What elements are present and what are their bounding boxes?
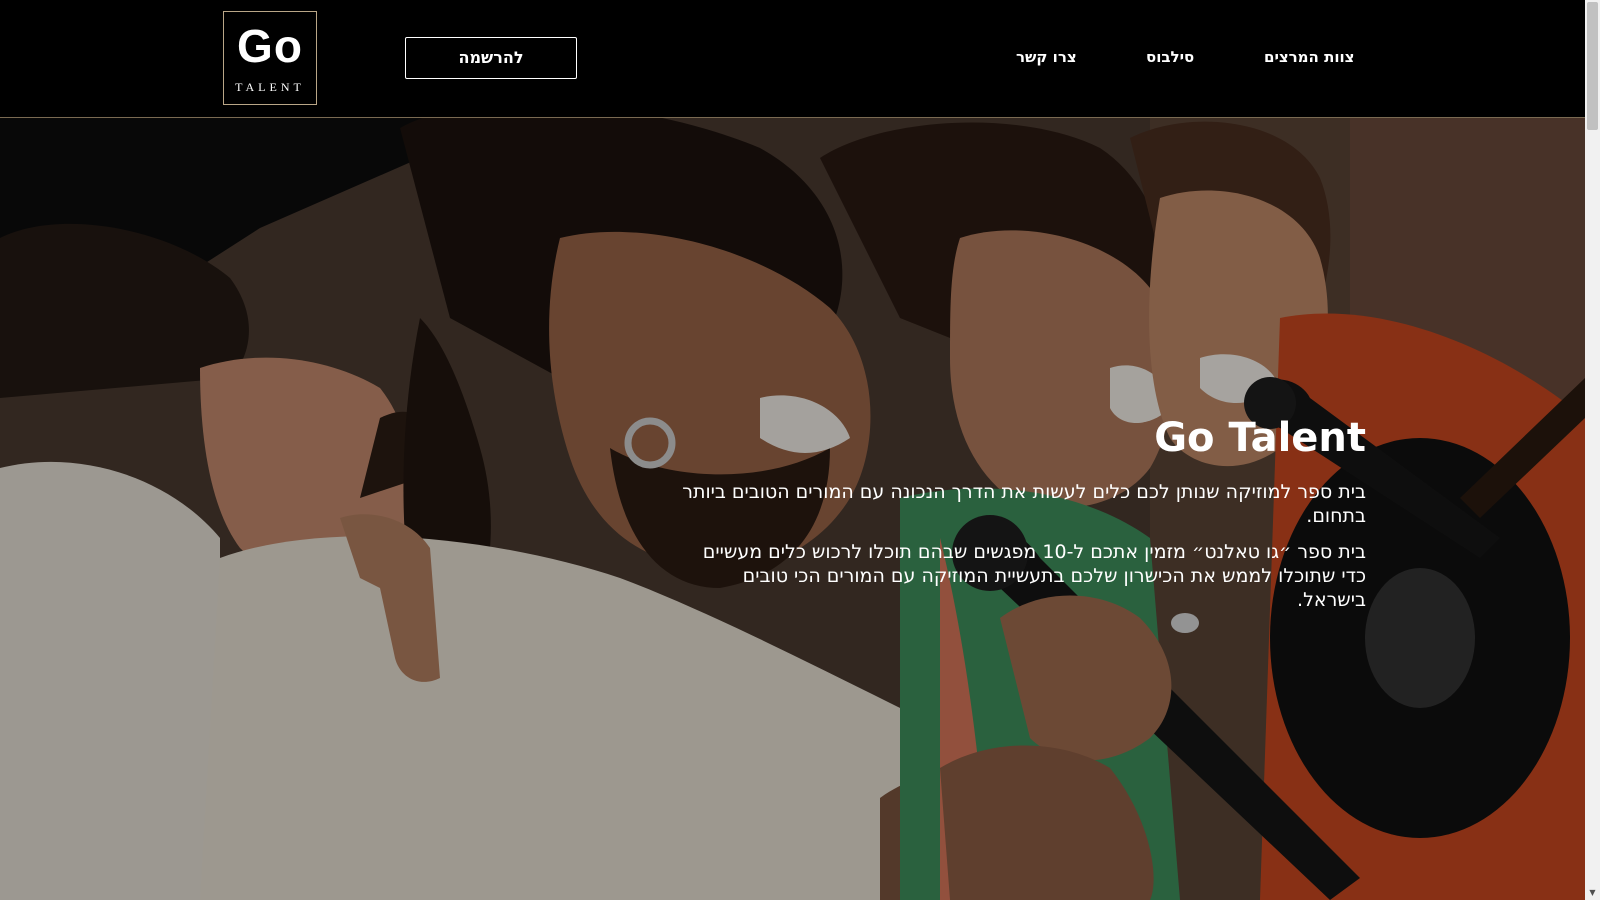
nav-item-team[interactable]: צוות המרצים: [1264, 46, 1354, 68]
nav-item-contact[interactable]: צרו קשר: [1016, 46, 1077, 68]
page-scrollbar[interactable]: ▲ ▼: [1585, 0, 1600, 900]
hero-paragraph-1: בית ספר למוזיקה שנותן לכם כלים לעשות את …: [682, 481, 1366, 527]
page: Go TALENT להרשמה צוות המרצים סילבוס צרו …: [0, 0, 1600, 900]
hero-paragraph-2: בית ספר ״גו טאלנט״ מזמין אתכם ל-10 מפגשי…: [702, 541, 1366, 611]
logo[interactable]: Go TALENT: [223, 11, 317, 105]
register-button[interactable]: להרשמה: [405, 37, 577, 79]
nav-item-syllabus[interactable]: סילבוס: [1146, 46, 1194, 68]
logo-subtext: TALENT: [235, 80, 305, 94]
scroll-down-arrow-icon[interactable]: ▼: [1585, 886, 1600, 900]
hero-title: Go Talent: [1154, 415, 1366, 461]
logo-text: Go: [237, 20, 303, 72]
site-header: Go TALENT להרשמה צוות המרצים סילבוס צרו …: [0, 0, 1585, 118]
hero-section: Go Talent בית ספר למוזיקה שנותן לכם כלים…: [0, 118, 1585, 900]
scroll-thumb[interactable]: [1587, 2, 1598, 130]
